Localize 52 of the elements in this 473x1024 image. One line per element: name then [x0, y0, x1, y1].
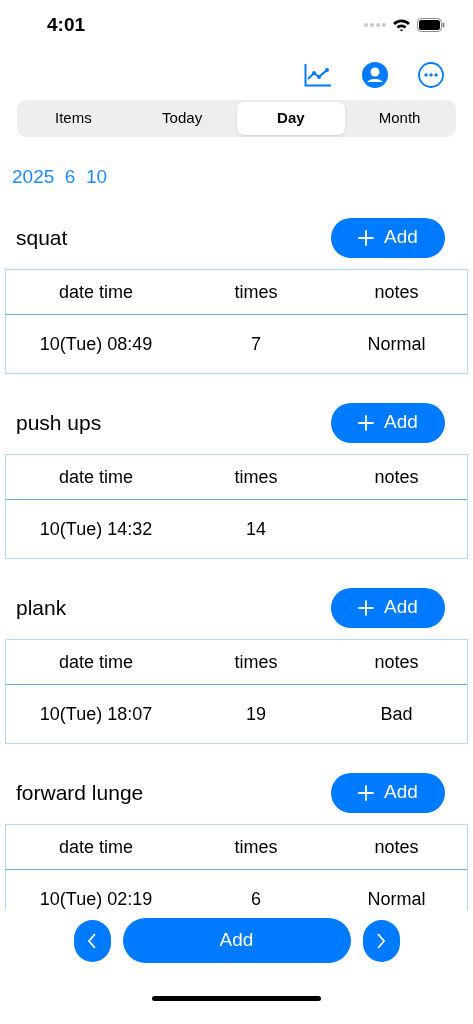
- column-header: notes: [373, 835, 420, 859]
- wifi-icon: [392, 18, 411, 32]
- column-header: date time: [57, 650, 134, 674]
- next-button[interactable]: [362, 919, 400, 962]
- line-chart-icon[interactable]: [304, 63, 332, 87]
- segment-tab[interactable]: Today: [127, 102, 237, 135]
- signal-icon: [364, 22, 386, 28]
- battery-icon: [417, 18, 445, 32]
- add-button[interactable]: Add: [331, 402, 445, 443]
- plus-icon: [358, 599, 375, 616]
- column-header: date time: [57, 835, 134, 859]
- add-button[interactable]: Add: [122, 918, 351, 963]
- section-title: forward lunge: [16, 779, 144, 806]
- status-time: 4:01: [47, 12, 86, 37]
- add-button[interactable]: Add: [331, 587, 445, 628]
- table-cell-text: Bad: [379, 702, 414, 726]
- table-cell-text: 10(Tue) 08:49: [38, 332, 154, 356]
- column-header: times: [233, 650, 279, 674]
- column-header: date time: [57, 280, 134, 304]
- table-cell-text: 14: [245, 517, 267, 541]
- column-header: notes: [373, 465, 420, 489]
- segment-tab[interactable]: Items: [19, 102, 128, 135]
- add-button[interactable]: Add: [331, 772, 445, 813]
- section-title: plank: [16, 594, 67, 621]
- section-title: push ups: [16, 409, 102, 436]
- column-header: times: [233, 465, 279, 489]
- segment-tab[interactable]: Day: [236, 102, 346, 135]
- column-header: notes: [373, 650, 420, 674]
- segment-tab[interactable]: Month: [345, 102, 454, 135]
- column-header: date time: [57, 465, 134, 489]
- column-header: times: [233, 280, 279, 304]
- add-button[interactable]: Add: [331, 217, 445, 258]
- table-cell-text: 10(Tue) 14:32: [38, 517, 154, 541]
- plus-icon: [358, 784, 375, 801]
- plus-icon: [358, 229, 375, 246]
- chevron-left-icon: [87, 932, 97, 949]
- column-header: notes: [373, 280, 420, 304]
- previous-button[interactable]: [73, 919, 111, 962]
- table-cell-text: 19: [245, 702, 267, 726]
- date-label[interactable]: 2025 6 10: [12, 163, 108, 192]
- section-title: squat: [16, 224, 68, 251]
- table-cell-text: 6: [250, 887, 262, 910]
- profile-icon[interactable]: [362, 62, 388, 88]
- column-header: times: [233, 835, 279, 859]
- chevron-right-icon: [376, 932, 386, 949]
- table-cell-text: 10(Tue) 18:07: [38, 702, 154, 726]
- plus-icon: [358, 414, 375, 431]
- table-cell-text: Normal: [366, 887, 427, 910]
- table-cell-text: 7: [250, 332, 262, 356]
- table-cell-text: Normal: [366, 332, 427, 356]
- more-icon[interactable]: [418, 62, 444, 88]
- table-cell-text: 10(Tue) 02:19: [38, 887, 154, 910]
